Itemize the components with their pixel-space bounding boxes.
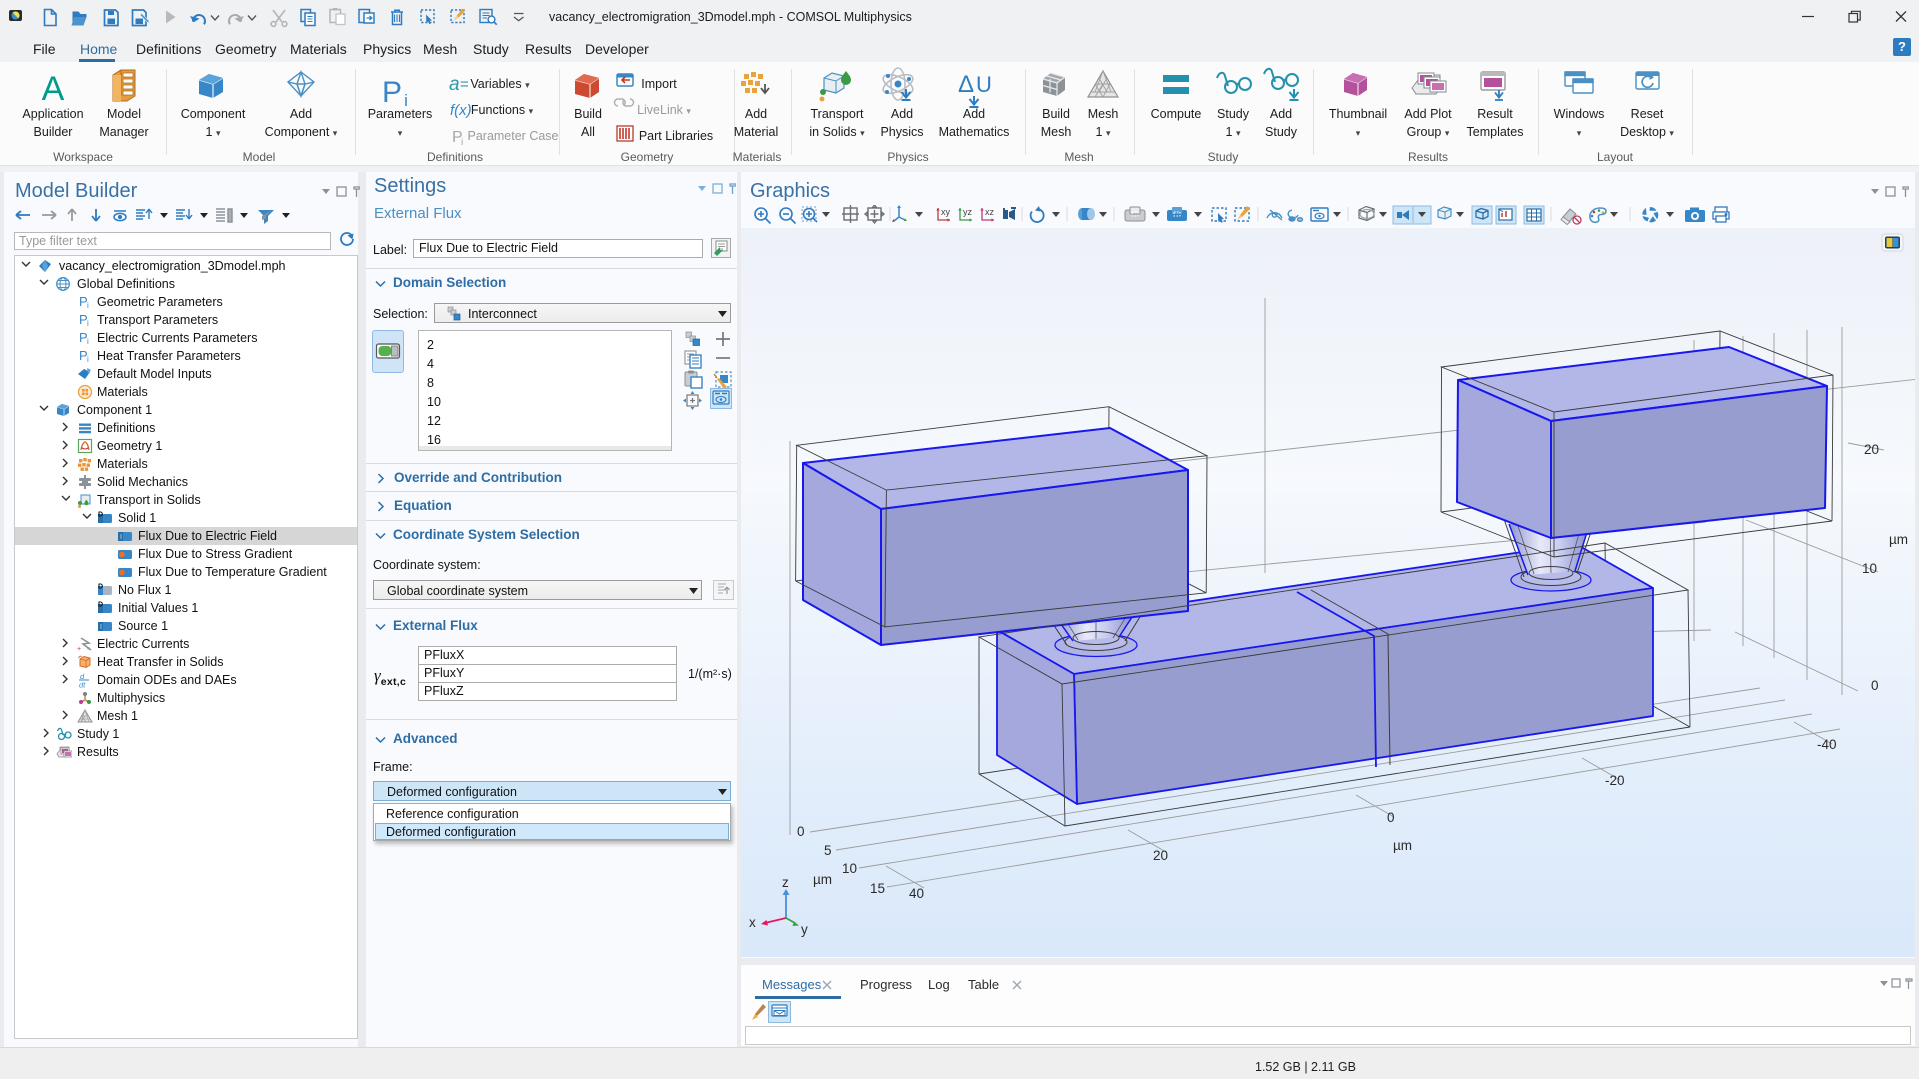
svg-text:i: i (87, 337, 89, 346)
svg-text:-40: -40 (1817, 737, 1837, 752)
svg-text:20: 20 (1153, 848, 1168, 863)
svg-text:i: i (87, 355, 89, 364)
svg-text:D: D (98, 512, 103, 519)
svg-text:U: U (976, 72, 992, 97)
svg-text:xy: xy (941, 207, 951, 217)
svg-text:a: a (449, 74, 460, 95)
svg-text:A: A (42, 70, 65, 108)
svg-text:i: i (87, 301, 89, 310)
svg-text:0: 0 (1387, 810, 1395, 825)
svg-text:x: x (749, 915, 756, 930)
svg-text:=: = (460, 76, 469, 93)
svg-text:0: 0 (797, 824, 805, 839)
svg-text:Δ: Δ (958, 71, 974, 98)
svg-text:xz: xz (985, 207, 995, 217)
svg-text:µm: µm (1889, 532, 1908, 547)
svg-text:+: + (77, 646, 81, 652)
svg-text:P: P (382, 76, 402, 109)
svg-text:15: 15 (870, 881, 885, 896)
svg-text:yz: yz (963, 207, 973, 217)
svg-text:y: y (801, 922, 808, 937)
svg-text:i: i (87, 319, 89, 328)
svg-text:-20: -20 (1605, 773, 1625, 788)
svg-text:D: D (98, 602, 103, 609)
svg-text:z: z (782, 875, 789, 890)
svg-text:dt: dt (79, 681, 86, 689)
svg-text:f(x): f(x) (450, 102, 472, 119)
svg-text:i: i (461, 137, 463, 148)
svg-text:_: _ (81, 647, 86, 652)
svg-text:D: D (98, 584, 103, 591)
svg-text:0: 0 (1871, 678, 1879, 693)
svg-text:5: 5 (824, 843, 832, 858)
svg-text:40: 40 (909, 886, 924, 901)
svg-text:20: 20 (1864, 442, 1879, 457)
svg-text:µm: µm (1393, 838, 1412, 853)
svg-text:µm: µm (813, 872, 832, 887)
svg-text:10: 10 (842, 861, 857, 876)
svg-text:10: 10 (1862, 561, 1877, 576)
